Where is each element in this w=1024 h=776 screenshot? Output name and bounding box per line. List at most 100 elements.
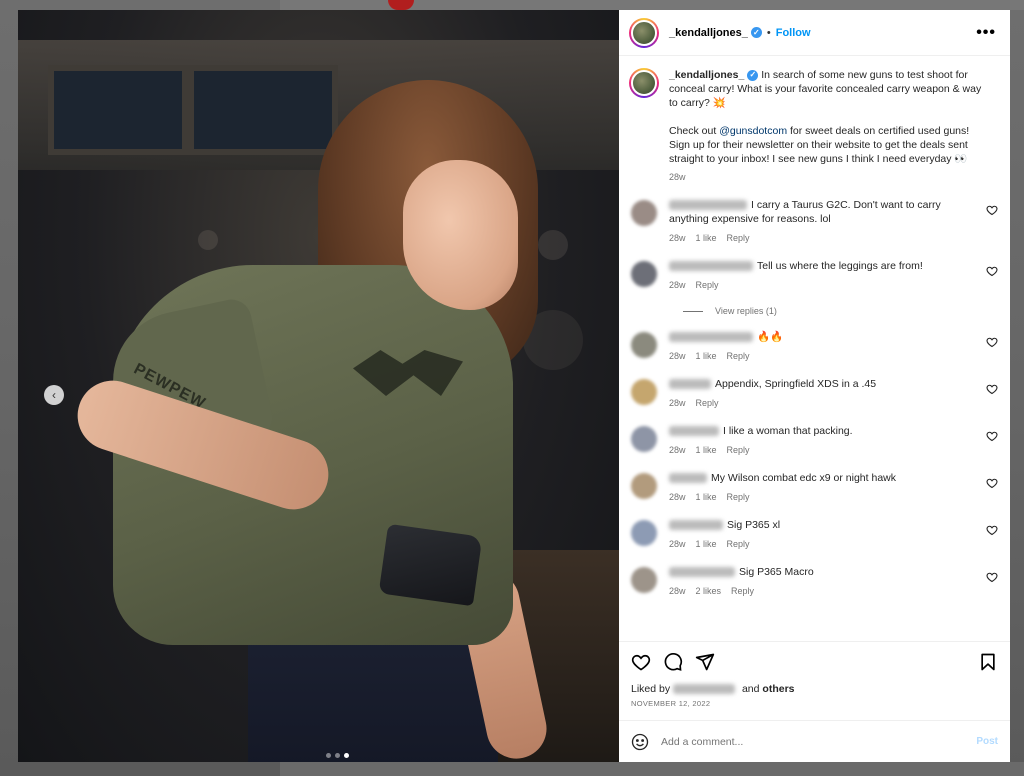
- comment-reply-button[interactable]: Reply: [696, 396, 719, 410]
- commenter-username[interactable]: [669, 473, 707, 484]
- verified-icon: ✓: [750, 27, 762, 39]
- comment-item: Tell us where the leggings are from! 28w R…: [629, 259, 1000, 292]
- comment-meta: 28w 1 like Reply: [669, 443, 969, 457]
- commenter-avatar[interactable]: [631, 379, 657, 405]
- carousel-dot-active: [344, 753, 349, 758]
- carousel-dot: [335, 753, 340, 758]
- comment-item: Sig P365 xl 28w 1 like Reply: [629, 518, 1000, 551]
- commenter-username[interactable]: [669, 426, 719, 437]
- comment-input[interactable]: [661, 735, 951, 748]
- commenter-avatar[interactable]: [631, 520, 657, 546]
- comment-like-heart-icon[interactable]: [986, 383, 998, 395]
- comment-meta: 28w Reply: [669, 278, 969, 292]
- post-comment-button[interactable]: Post: [976, 736, 998, 747]
- post-media[interactable]: PEWPEW ‹: [18, 10, 619, 762]
- comment-text: 🔥🔥: [757, 331, 784, 343]
- previous-image-button[interactable]: ‹: [44, 385, 64, 405]
- media-window: [48, 65, 188, 155]
- commenter-username[interactable]: [669, 200, 747, 211]
- comment-meta: 28w 1 like Reply: [669, 490, 969, 504]
- comment-bubble-icon[interactable]: [663, 652, 683, 672]
- comment-reply-button[interactable]: Reply: [727, 349, 750, 363]
- view-replies-label: View replies (1): [715, 306, 777, 316]
- chevron-left-icon: ‹: [52, 388, 56, 402]
- commenter-avatar[interactable]: [631, 332, 657, 358]
- background-grid-bottom: [280, 762, 1024, 776]
- comment-reply-button[interactable]: Reply: [731, 584, 754, 598]
- media-window: [188, 65, 338, 155]
- post-date: NOVEMBER 12, 2022: [631, 699, 711, 708]
- mention-link[interactable]: @gunsdotcom: [719, 125, 787, 137]
- comment-meta: 28w 1 like Reply: [669, 349, 969, 363]
- commenter-avatar[interactable]: [631, 567, 657, 593]
- comment-like-count[interactable]: 1 like: [696, 231, 717, 245]
- media-face: [403, 160, 518, 310]
- commenter-username[interactable]: [669, 520, 723, 531]
- commenter-username[interactable]: [669, 261, 753, 272]
- comment-item: I carry a Taurus G2C. Don't want to carr…: [629, 198, 1000, 245]
- comment-item: I like a woman that packing. 28w 1 like Rep…: [629, 424, 1000, 457]
- caption-text: Check out: [669, 125, 720, 137]
- comment-reply-button[interactable]: Reply: [727, 490, 750, 504]
- comment-time: 28w: [669, 233, 686, 243]
- comment-text: I like a woman that packing.: [723, 425, 853, 437]
- comment-like-heart-icon[interactable]: [986, 265, 998, 277]
- comment-like-heart-icon[interactable]: [986, 336, 998, 348]
- comment-like-count[interactable]: 2 likes: [696, 584, 722, 598]
- post-caption: _kendalljones_ ✓ In search of some new gu…: [629, 68, 1000, 184]
- comment-like-count[interactable]: 1 like: [696, 349, 717, 363]
- comment-reply-button[interactable]: Reply: [727, 231, 750, 245]
- save-bookmark-icon[interactable]: [978, 652, 998, 672]
- commenter-avatar[interactable]: [631, 426, 657, 452]
- author-username[interactable]: _kendalljones_ ✓: [669, 27, 762, 39]
- more-options-icon[interactable]: •••: [976, 24, 1000, 42]
- emoji-icon[interactable]: [631, 733, 649, 751]
- caption-timestamp: 28w: [669, 172, 686, 182]
- comment-text: My Wilson combat edc x9 or night hawk: [711, 472, 896, 484]
- comment-item: Appendix, Springfield XDS in a .45 28w Rep…: [629, 377, 1000, 410]
- comment-text: Sig P365 xl: [727, 519, 781, 531]
- comments-list[interactable]: _kendalljones_ ✓ In search of some new gu…: [619, 56, 1010, 641]
- commenter-avatar[interactable]: [631, 473, 657, 499]
- post-side-panel: _kendalljones_ ✓ • Follow ••• _kendalljon…: [619, 10, 1010, 762]
- post-header: _kendalljones_ ✓ • Follow •••: [619, 10, 1010, 56]
- liked-by-others-link[interactable]: others: [762, 683, 794, 695]
- commenter-username[interactable]: [669, 332, 753, 343]
- commenter-username[interactable]: [669, 379, 711, 390]
- commenter-avatar[interactable]: [631, 200, 657, 226]
- comment-reply-button[interactable]: Reply: [727, 537, 750, 551]
- caption-username[interactable]: _kendalljones_ ✓: [669, 69, 759, 81]
- comment-meta: 28w 2 likes Reply: [669, 584, 969, 598]
- comment-like-heart-icon[interactable]: [986, 204, 998, 216]
- liked-by-user[interactable]: [673, 684, 736, 695]
- like-heart-icon[interactable]: [631, 652, 651, 672]
- comment-like-heart-icon[interactable]: [986, 524, 998, 536]
- comment-like-count[interactable]: 1 like: [696, 537, 717, 551]
- author-avatar[interactable]: [629, 17, 659, 48]
- comment-time: 28w: [669, 398, 686, 408]
- comment-time: 28w: [669, 351, 686, 361]
- comment-like-count[interactable]: 1 like: [696, 443, 717, 457]
- commenter-avatar[interactable]: [631, 261, 657, 287]
- comment-like-heart-icon[interactable]: [986, 571, 998, 583]
- comment-reply-button[interactable]: Reply: [727, 443, 750, 457]
- comment-like-heart-icon[interactable]: [986, 477, 998, 489]
- view-replies-button[interactable]: View replies (1): [683, 306, 1000, 316]
- follow-button[interactable]: Follow: [776, 27, 811, 39]
- comment-reply-button[interactable]: Reply: [696, 278, 719, 292]
- liked-by-line: Liked by and others: [619, 681, 1010, 695]
- comment-text: Tell us where the leggings are from!: [757, 260, 923, 272]
- commenter-username[interactable]: [669, 567, 735, 578]
- share-paper-plane-icon[interactable]: [695, 652, 715, 672]
- comment-meta: 28w 1 like Reply: [669, 537, 969, 551]
- media-bokeh: [198, 230, 218, 250]
- post-actions: [619, 641, 1010, 681]
- comment-time: 28w: [669, 280, 686, 290]
- verified-icon: ✓: [747, 69, 759, 81]
- comment-like-heart-icon[interactable]: [986, 430, 998, 442]
- comment-item: Sig P365 Macro 28w 2 likes Reply: [629, 565, 1000, 598]
- comment-like-count[interactable]: 1 like: [696, 490, 717, 504]
- caption-avatar[interactable]: [629, 68, 659, 98]
- comment-text: Sig P365 Macro: [739, 566, 814, 578]
- carousel-dots: [326, 753, 349, 758]
